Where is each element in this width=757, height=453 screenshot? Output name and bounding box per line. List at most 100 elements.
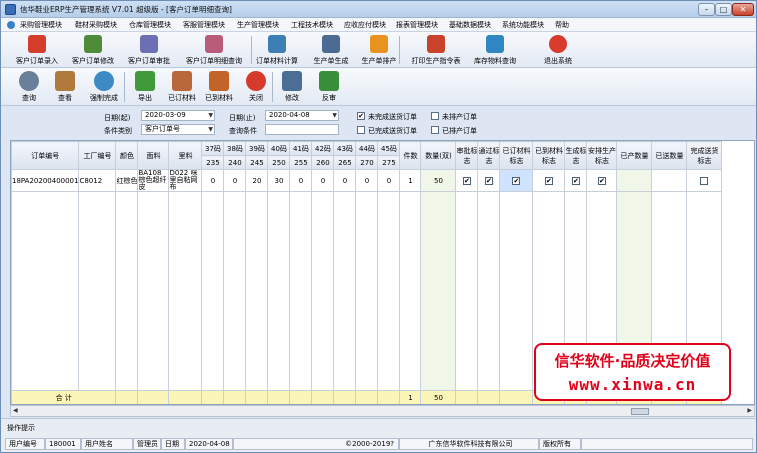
col-qty[interactable]: 数量(双) (420, 141, 457, 170)
table-row[interactable]: 18PA20200400001 C8012 红棕色 BA108 棕色超纤皮 D0… (11, 169, 723, 192)
menu-receivable-payable[interactable]: 应收应付模块 (344, 20, 386, 30)
close-window-button[interactable]: ✕ (732, 3, 754, 16)
col-size-40[interactable]: 40码 (267, 141, 291, 156)
production-schedule-button[interactable]: 生产单排产 (349, 34, 409, 66)
reverse-approve-button[interactable]: 反审 (311, 71, 347, 104)
date-from-field[interactable]: 2020-03-09 ▼ (141, 110, 215, 121)
ordered-material-button[interactable]: 已订材料 (164, 71, 200, 104)
export-button[interactable]: 导出 (127, 71, 163, 104)
scrollbar-thumb[interactable] (631, 408, 649, 415)
exit-system-button[interactable]: 退出系统 (528, 34, 588, 66)
cell-size[interactable]: 0 (355, 169, 379, 192)
cell-shipped-done[interactable] (686, 169, 723, 192)
col-size-38[interactable]: 38码 (223, 141, 247, 156)
col-received-material[interactable]: 已到材料标志 (532, 141, 566, 170)
scroll-left-icon[interactable]: ◀ (13, 407, 18, 414)
menu-production[interactable]: 生产管理模块 (237, 20, 279, 30)
inventory-query-button[interactable]: 库存物料查询 (465, 34, 525, 66)
col-scheduled[interactable]: 安排生产标志 (586, 141, 618, 170)
col-size-42[interactable]: 42码 (311, 141, 335, 156)
menu-material-purchase[interactable]: 鞋材采购模块 (75, 20, 117, 30)
cell-passed[interactable]: ✔ (477, 169, 501, 192)
received-material-button[interactable]: 已到材料 (201, 71, 237, 104)
cell-produced-qty[interactable] (616, 169, 653, 192)
generated-checkbox[interactable]: ✔ (571, 176, 580, 185)
col-size-39[interactable]: 39码 (245, 141, 269, 156)
cell-size[interactable]: 0 (377, 169, 401, 192)
cell-scheduled[interactable]: ✔ (586, 169, 618, 192)
ordered-material-checkbox[interactable]: ✔ (512, 176, 521, 185)
col-shipped-done[interactable]: 完成送货标志 (686, 141, 723, 170)
col-size-41[interactable]: 41码 (289, 141, 313, 156)
cell-size[interactable]: 0 (333, 169, 357, 192)
cell-size[interactable]: 30 (267, 169, 291, 192)
menu-engineering[interactable]: 工程技术模块 (291, 20, 333, 30)
menu-help[interactable]: 帮助 (555, 20, 569, 30)
unfinished-delivery-checkbox[interactable]: ✔ (357, 112, 365, 120)
col-order-no[interactable]: 订单编号 (11, 141, 80, 170)
cell-approved[interactable]: ✔ (455, 169, 479, 192)
col-passed[interactable]: 通过标志 (477, 141, 501, 170)
finished-delivery-checkbox[interactable] (357, 126, 365, 134)
menu-customer-service[interactable]: 客服管理模块 (183, 20, 225, 30)
close-button[interactable]: 关闭 (238, 71, 274, 104)
cell-size[interactable]: 0 (223, 169, 247, 192)
cell-upper[interactable]: BA108 棕色超纤皮 (137, 169, 170, 192)
col-shipped-qty[interactable]: 已送数量 (651, 141, 688, 170)
scroll-right-icon[interactable]: ▶ (747, 407, 752, 414)
menu-system[interactable]: 系统功能模块 (502, 20, 544, 30)
col-produced-qty[interactable]: 已产数量 (616, 141, 653, 170)
col-lining[interactable]: 里料 (168, 141, 203, 170)
cell-color[interactable]: 红棕色 (115, 169, 139, 192)
cond-type-select[interactable]: 客户订单号 ▼ (141, 124, 215, 135)
date-to-field[interactable]: 2020-04-08 ▼ (265, 110, 339, 121)
cell-lining[interactable]: D022 咪里自粘网布 (168, 169, 203, 192)
cell-received-material[interactable]: ✔ (532, 169, 566, 192)
material-calc-button[interactable]: 订单材料计算 (247, 34, 307, 66)
cell-size[interactable]: 20 (245, 169, 269, 192)
cond-input[interactable] (265, 124, 339, 135)
cell-shipped-qty[interactable] (651, 169, 688, 192)
modify-button[interactable]: 修改 (274, 71, 310, 104)
col-ordered-material[interactable]: 已订材料标志 (499, 141, 534, 170)
print-instruction-button[interactable]: 打印生产指令表 (404, 34, 468, 66)
order-modify-button[interactable]: 客户订单修改 (63, 34, 123, 66)
cell-order-no[interactable]: 18PA20200400001 (11, 169, 80, 192)
menu-reports[interactable]: 报表管理模块 (396, 20, 438, 30)
minimize-button[interactable]: – (698, 3, 715, 16)
view-button[interactable]: 查看 (47, 71, 83, 104)
col-size-43[interactable]: 43码 (333, 141, 357, 156)
order-detail-query-button[interactable]: 客户订单明细查询 (181, 34, 247, 66)
shipped-done-checkbox[interactable] (700, 176, 709, 185)
received-material-checkbox[interactable]: ✔ (544, 176, 553, 185)
order-entry-button[interactable]: 客户订单录入 (7, 34, 67, 66)
menu-procurement[interactable]: 采购管理模块 (20, 20, 62, 30)
cell-ordered-material[interactable]: ✔ (499, 169, 534, 192)
cell-pieces[interactable]: 1 (399, 169, 422, 192)
col-color[interactable]: 颜色 (115, 141, 139, 170)
col-size-45[interactable]: 45码 (377, 141, 401, 156)
force-complete-button[interactable]: 强制完成 (86, 71, 122, 104)
cell-size[interactable]: 0 (201, 169, 225, 192)
cell-factory-no[interactable]: C8012 (78, 169, 117, 192)
scheduled-checkbox[interactable] (431, 126, 439, 134)
cell-size[interactable]: 0 (311, 169, 335, 192)
horizontal-scrollbar[interactable]: ◀ ▶ (10, 405, 755, 417)
col-approved[interactable]: 审批标志 (455, 141, 479, 170)
col-generated[interactable]: 生成标志 (564, 141, 588, 170)
cell-size[interactable]: 0 (289, 169, 313, 192)
menu-basic-data[interactable]: 基础数据模块 (449, 20, 491, 30)
cell-qty[interactable]: 50 (420, 169, 457, 192)
menu-warehouse[interactable]: 仓库管理模块 (129, 20, 171, 30)
col-factory-no[interactable]: 工厂编号 (78, 141, 117, 170)
col-size-44[interactable]: 44码 (355, 141, 379, 156)
approved-checkbox[interactable]: ✔ (462, 176, 471, 185)
maximize-button[interactable]: □ (715, 3, 732, 16)
col-pieces[interactable]: 件数 (399, 141, 422, 170)
cell-generated[interactable]: ✔ (564, 169, 588, 192)
scheduled-checkbox[interactable]: ✔ (597, 176, 606, 185)
passed-checkbox[interactable]: ✔ (484, 176, 493, 185)
query-button[interactable]: 查询 (11, 71, 47, 104)
col-upper[interactable]: 面料 (137, 141, 170, 170)
unscheduled-checkbox[interactable] (431, 112, 439, 120)
